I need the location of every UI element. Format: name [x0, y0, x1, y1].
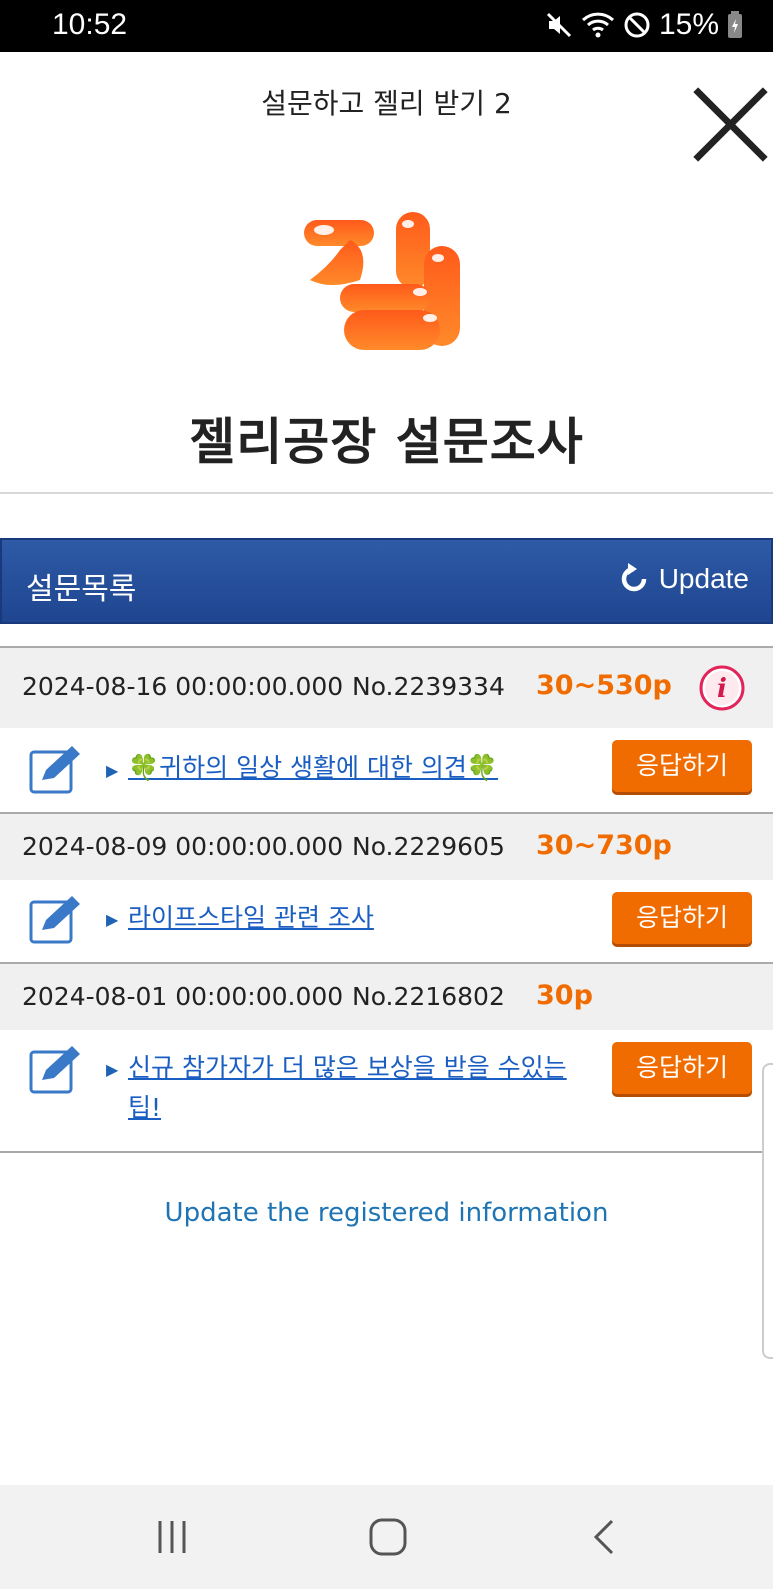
survey-body: ▶ 🍀귀하의 일상 생활에 대한 의견🍀 응답하기 — [0, 728, 773, 812]
page-title: 젤리공장 설문조사 — [189, 413, 584, 471]
close-icon[interactable] — [688, 82, 773, 167]
svg-text:i: i — [717, 674, 727, 704]
update-button[interactable]: Update — [617, 562, 749, 596]
mute-icon — [546, 12, 572, 38]
update-label: Update — [658, 563, 749, 594]
survey-points: 30p — [536, 980, 593, 1011]
survey-date: 2024-08-16 00:00:00.000 — [22, 672, 344, 701]
update-info-link[interactable]: Update the registered information — [0, 1198, 773, 1228]
jelly-logo — [300, 210, 470, 358]
edit-icon — [29, 1046, 80, 1094]
survey-list-label: 설문목록 — [26, 572, 137, 607]
survey-title-link[interactable]: 신규 참가자가 더 많은 보상을 받을 수있는 팁! — [128, 1048, 583, 1128]
edit-icon — [29, 896, 80, 944]
survey-date: 2024-08-09 00:00:00.000 — [22, 832, 344, 861]
survey-number: No.2216802 — [352, 982, 505, 1011]
status-icons: 15% — [545, 8, 743, 42]
respond-button[interactable]: 응답하기 — [612, 892, 752, 944]
survey-points: 30~730p — [536, 830, 672, 861]
survey-item: 2024-08-09 00:00:00.000 No.2229605 30~73… — [0, 812, 773, 962]
respond-button[interactable]: 응답하기 — [612, 740, 752, 792]
divider — [0, 492, 773, 494]
status-time: 10:52 — [52, 8, 128, 41]
recent-apps-icon[interactable] — [150, 1515, 194, 1559]
refresh-icon — [621, 563, 646, 592]
do-not-disturb-icon — [624, 12, 650, 38]
survey-meta: 2024-08-16 00:00:00.000 No.2239334 30~53… — [0, 648, 773, 728]
survey-body: ▶ 라이프스타일 관련 조사 응답하기 — [0, 880, 773, 964]
survey-meta: 2024-08-09 00:00:00.000 No.2229605 30~73… — [0, 814, 773, 880]
survey-list-header: 설문목록 Update — [0, 538, 773, 624]
arrow-icon: ▶ — [106, 910, 119, 929]
arrow-icon: ▶ — [106, 761, 119, 780]
survey-points: 30~530p — [536, 670, 672, 701]
dialog-header: 설문하고 젤리 받기 2 — [0, 52, 773, 152]
home-icon[interactable] — [366, 1515, 410, 1559]
system-nav-bar — [0, 1485, 773, 1589]
status-bar: 10:52 15% — [0, 0, 773, 52]
survey-number: No.2229605 — [352, 832, 505, 861]
survey-title-link[interactable]: 🍀귀하의 일상 생활에 대한 의견🍀 — [128, 748, 588, 788]
survey-meta: 2024-08-01 00:00:00.000 No.2216802 30p — [0, 964, 773, 1030]
scroll-indicator[interactable] — [762, 1063, 773, 1359]
divider — [0, 1151, 763, 1153]
survey-body: ▶ 신규 참가자가 더 많은 보상을 받을 수있는 팁! 응답하기 — [0, 1030, 773, 1152]
survey-date: 2024-08-01 00:00:00.000 — [22, 982, 344, 1011]
survey-title-link[interactable]: 라이프스타일 관련 조사 — [128, 898, 588, 938]
respond-button[interactable]: 응답하기 — [612, 1042, 752, 1094]
wifi-icon — [581, 12, 614, 38]
edit-icon — [29, 746, 80, 794]
battery-icon — [728, 11, 742, 38]
battery-percent: 15% — [658, 8, 719, 41]
survey-item: 2024-08-16 00:00:00.000 No.2239334 30~53… — [0, 646, 773, 812]
survey-item: 2024-08-01 00:00:00.000 No.2216802 30p ▶… — [0, 962, 773, 1152]
survey-number: No.2239334 — [352, 672, 505, 701]
arrow-icon: ▶ — [106, 1060, 119, 1079]
back-icon[interactable] — [584, 1515, 628, 1559]
dialog-title: 설문하고 젤리 받기 2 — [261, 87, 512, 120]
info-icon[interactable]: i — [698, 664, 746, 712]
